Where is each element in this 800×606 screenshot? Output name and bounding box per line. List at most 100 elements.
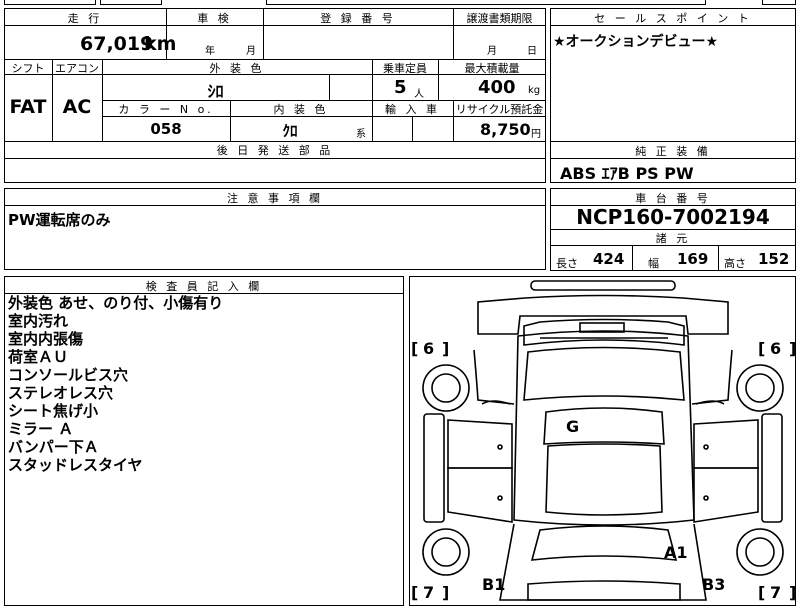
aircon-value: AC — [62, 96, 92, 118]
width-value: 169 — [677, 250, 709, 268]
mileage-value: 67,019 — [80, 33, 154, 55]
bracket-front-left: [ — [411, 339, 418, 358]
shift-value: FAT — [9, 96, 47, 118]
wheel-front-left — [422, 364, 470, 412]
wheel-rear-right — [736, 528, 784, 576]
transfer-deadline-header: 譲渡書類期限 — [466, 12, 533, 25]
standard-equipment-text: ABS ｴｱB PS PW — [560, 164, 694, 183]
bracket-front-right: [ — [758, 339, 765, 358]
sales-point-text: ★オークションデビュー★ — [553, 34, 719, 50]
rear-outline — [499, 523, 707, 601]
recycle-header: リサイクル預託金 — [455, 103, 544, 116]
bracket-rear-left: [ — [411, 583, 418, 602]
standard-equipment-title: 純 正 装 備 — [635, 145, 711, 158]
inspector-note-line: 室内汚れ — [8, 312, 69, 330]
rear-bumper — [527, 580, 681, 601]
length-value: 424 — [593, 250, 625, 268]
capacity-header: 乗車定員 — [383, 62, 427, 75]
wheel-front-right — [736, 364, 784, 412]
right-front-door — [693, 419, 759, 469]
left-front-door — [447, 419, 513, 469]
car-diagram: [ 6 ] [ 6 ] [ 7 ] [ 7 ] G A1 B1 B3 — [411, 280, 796, 602]
sales-point-panel — [550, 8, 796, 142]
hood-panel — [523, 346, 685, 401]
tire-mark-front-left: 6 — [423, 339, 434, 358]
bracket-rear-left: ] — [442, 583, 449, 602]
capacity-unit: 人 — [414, 89, 424, 100]
bracket-rear-right: ] — [789, 583, 796, 602]
chassis-number: NCP160-7002194 — [576, 205, 770, 229]
chassis-title: 車 台 番 号 — [635, 192, 711, 205]
color-no-value: 058 — [150, 120, 182, 138]
inspector-note-line: ステレオレス穴 — [8, 384, 114, 402]
interior-color-header: 内 装 色 — [273, 103, 329, 116]
inspection-year-unit: 年 — [205, 46, 215, 57]
front-bumper-strip — [530, 280, 676, 291]
aircon-header: エアコン — [55, 62, 99, 75]
height-label: 高さ — [724, 257, 746, 270]
car-body-outline — [513, 330, 695, 526]
import-header: 輸 入 車 — [385, 103, 440, 116]
inspection-month-unit: 月 — [246, 46, 256, 57]
front-outline — [477, 294, 729, 335]
damage-mark-a1: A1 — [664, 543, 688, 562]
tire-mark-rear-right: 7 — [770, 583, 781, 602]
inspector-note-line: バンパー下Ａ — [8, 438, 99, 456]
exterior-color-header: 外 装 色 — [209, 62, 265, 75]
car-diagram-panel: [ 6 ] [ 6 ] [ 7 ] [ 7 ] G A1 B1 B3 — [409, 276, 796, 606]
exterior-color-value: ｼﾛ — [207, 82, 224, 101]
inspector-notes-list: 外装色 あせ、のり付、小傷有り 室内汚れ 室内内張傷 荷室ＡＵ コンソールビス穴… — [8, 294, 223, 474]
bracket-front-left: ] — [442, 339, 449, 358]
wheel-rear-left — [422, 528, 470, 576]
inspector-note-line: スタッドレスタイヤ — [8, 456, 143, 474]
right-rear-door — [693, 467, 759, 523]
interior-color-suffix: 系 — [356, 129, 366, 140]
rear-window — [530, 525, 678, 561]
height-value: 152 — [758, 250, 790, 268]
registration-header: 登 録 番 号 — [320, 12, 396, 25]
inspector-note-line: 外装色 あせ、のり付、小傷有り — [8, 294, 224, 312]
recycle-value: 8,750 — [480, 120, 531, 139]
damage-mark-g: G — [566, 417, 579, 436]
color-no-header: カ ラ ー N o. — [118, 103, 214, 116]
top-strip-cell — [266, 0, 706, 5]
deadline-day-unit: 日 — [527, 46, 537, 57]
shift-header: シフト — [11, 62, 45, 75]
inspector-note-line: シート焦げ小 — [8, 402, 99, 420]
max-load-header: 最大積載量 — [464, 62, 520, 75]
dimensions-title: 諸 元 — [655, 232, 691, 245]
inspector-title: 検 査 員 記 入 欄 — [145, 280, 263, 293]
interior-color-value: ｸﾛ — [282, 122, 298, 140]
inspector-note-line: コンソールビス穴 — [8, 366, 129, 384]
inspector-note-line: ミラー Ａ — [8, 420, 74, 438]
notes-text: PW運転席のみ — [8, 211, 111, 229]
inspector-note-line: 荷室ＡＵ — [8, 348, 69, 366]
capacity-value: 5 — [394, 77, 407, 98]
mileage-header: 走 行 — [67, 12, 103, 25]
cabin-floor — [545, 443, 663, 516]
inspection-header: 車 検 — [197, 12, 232, 25]
roof-panel — [543, 407, 665, 445]
top-strip-cell — [4, 0, 96, 5]
left-rear-door — [447, 467, 513, 523]
width-label: 幅 — [648, 257, 659, 270]
inspector-note-line: 室内内張傷 — [8, 330, 84, 348]
top-strip-cell — [100, 0, 162, 5]
sales-point-title: セ ー ル ス ポ イ ン ト — [594, 12, 752, 25]
damage-mark-b3: B3 — [702, 575, 725, 594]
right-front-fender — [691, 349, 733, 405]
later-parts-header: 後 日 発 送 部 品 — [216, 144, 334, 157]
damage-mark-b1: B1 — [482, 575, 505, 594]
recycle-unit: 円 — [531, 129, 541, 140]
max-load-value: 400 — [478, 77, 516, 98]
tire-mark-rear-left: 7 — [423, 583, 434, 602]
max-load-unit: kg — [528, 85, 541, 96]
length-label: 長さ — [556, 257, 578, 270]
deadline-month-unit: 月 — [487, 46, 497, 57]
tire-mark-front-right: 6 — [770, 339, 781, 358]
notes-title: 注 意 事 項 欄 — [227, 192, 323, 205]
bracket-rear-right: [ — [758, 583, 765, 602]
bracket-front-right: ] — [789, 339, 796, 358]
mileage-unit: km — [144, 33, 177, 55]
top-strip-cell — [762, 0, 796, 5]
